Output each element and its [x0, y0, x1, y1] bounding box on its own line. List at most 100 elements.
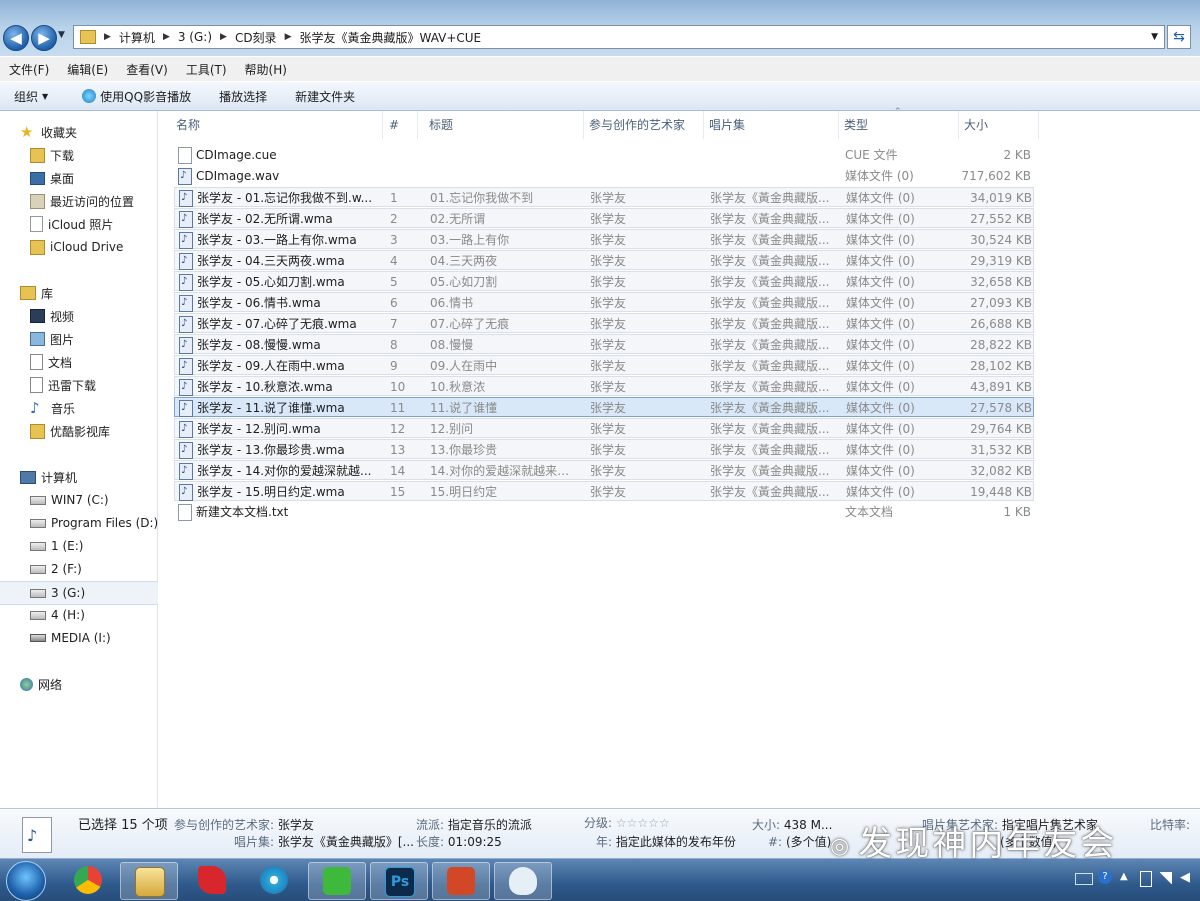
address-dropdown-icon[interactable]: ▼ [1151, 32, 1158, 42]
network-signal-icon[interactable] [1160, 872, 1172, 884]
column-header-name[interactable]: 名称 [170, 111, 383, 139]
menu-tools[interactable]: 工具(T) [177, 61, 236, 78]
play-with-qq-button[interactable]: 使用QQ影音播放 [62, 88, 205, 105]
file-row[interactable]: 张学友 - 02.无所谓.wma 2 02.无所谓 张学友 张学友《黃金典藏版... 媒体… [174, 208, 1034, 229]
film-reel-icon [260, 866, 288, 894]
taskbar-app-foobar[interactable] [494, 862, 552, 900]
taskbar-app-chrome[interactable] [60, 862, 116, 898]
file-row[interactable]: 张学友 - 15.明日约定.wma 15 15.明日约定 张学友 张学友《黃金典藏版..… [174, 481, 1034, 502]
detail-genre[interactable]: 流派: 指定音乐的流派 [416, 816, 532, 833]
file-title-cell: 06.情书 [430, 296, 474, 310]
recent-pages-dropdown-icon[interactable]: ▼ [58, 30, 65, 40]
forward-button[interactable]: ▶ [31, 25, 57, 51]
chevron-right-icon: ▶ [162, 32, 170, 42]
taskbar-app-photoshop[interactable]: Ps [370, 862, 428, 900]
file-row[interactable]: CDImage.cue CUE 文件 2 KB [174, 145, 1034, 165]
file-size-cell: 19,448 KB [970, 485, 1032, 499]
navigation-pane: ★ 收藏夹 下载 桌面 最近访问的位置 iCloud 照片 iCloud Dri… [0, 111, 187, 808]
file-row[interactable]: 张学友 - 14.对你的爱越深就越... 14 14.对你的爱越深就越来越... 张学… [174, 460, 1034, 481]
document-icon [30, 377, 43, 393]
rating-star-icon[interactable]: ☆ [648, 816, 659, 830]
organize-label: 组织 [14, 89, 39, 104]
keyboard-icon[interactable] [1075, 873, 1093, 885]
file-row[interactable]: 张学友 - 01.忘记你我做不到.w... 1 01.忘记你我做不到 张学友 张学友《黃… [174, 187, 1034, 208]
detail-rating[interactable]: 分级: ☆☆☆☆☆ [584, 814, 670, 831]
play-selected-button[interactable]: 播放选择 [205, 88, 281, 105]
detail-year[interactable]: 年: 指定此媒体的发布年份 [596, 833, 736, 850]
rating-star-icon[interactable]: ☆ [637, 816, 648, 830]
nav-network[interactable]: 网络 [0, 673, 177, 695]
file-artist-cell: 张学友 [590, 191, 627, 205]
chevron-right-icon: ▶ [220, 32, 227, 42]
file-album-cell: 张学友《黃金典藏版... [710, 254, 830, 268]
detail-track-number[interactable]: #: (多个值) [768, 833, 831, 850]
column-header-artist[interactable]: 参与创作的艺术家 [583, 111, 704, 139]
drive-icon [30, 518, 46, 528]
file-row[interactable]: 张学友 - 06.情书.wma 6 06.情书 张学友 张学友《黃金典藏版... 媒体文件… [174, 292, 1034, 313]
help-icon[interactable]: ? [1098, 870, 1112, 884]
back-button[interactable]: ◀ [3, 25, 29, 51]
tray-expand-icon[interactable]: ▲ [1120, 871, 1128, 882]
file-artist-cell: 张学友 [590, 233, 627, 247]
menu-help[interactable]: 帮助(H) [236, 61, 296, 78]
breadcrumb-drive[interactable]: 3 (G:) [172, 30, 218, 44]
file-list-pane: 名称 # 标题 参与创作的艺术家 唱片集 类型 ⌃ 大小 CDImage.cue… [158, 107, 1200, 808]
file-name-cell: 张学友 - 06.情书.wma [197, 296, 321, 310]
file-row[interactable]: 张学友 - 10.秋意浓.wma 10 10.秋意浓 张学友 张学友《黃金典藏版... 媒… [174, 376, 1034, 397]
file-type-cell: 媒体文件 (0) [846, 464, 915, 478]
file-row[interactable]: 张学友 - 12.别问.wma 12 12.别问 张学友 张学友《黃金典藏版... 媒体文… [174, 418, 1034, 439]
column-header-number[interactable]: # [383, 111, 418, 139]
taskbar-app-media-player[interactable] [246, 862, 302, 898]
music-note-icon: ♪ [30, 399, 40, 417]
start-button[interactable] [6, 861, 46, 901]
rating-star-icon[interactable]: ☆ [659, 816, 670, 830]
file-artist-cell: 张学友 [590, 254, 627, 268]
column-header-size[interactable]: 大小 [958, 111, 1039, 139]
file-type-cell: CUE 文件 [845, 148, 898, 162]
column-header-title[interactable]: 标题 [423, 111, 584, 139]
organize-button[interactable]: 组织 ▼ [0, 88, 62, 105]
breadcrumb-cd-burn[interactable]: CD刻录 [229, 29, 283, 46]
nav-favorites[interactable]: ★ 收藏夹 [0, 121, 177, 143]
file-row[interactable]: 张学友 - 03.一路上有你.wma 3 03.一路上有你 张学友 张学友《黃金典藏版.… [174, 229, 1034, 250]
taskbar-app-wechat[interactable] [308, 862, 366, 900]
network-icon [20, 677, 33, 691]
file-row[interactable]: 新建文本文档.txt 文本文档 1 KB [174, 502, 1034, 522]
taskbar-app-powerpoint[interactable] [432, 862, 490, 900]
breadcrumb-computer[interactable]: 计算机 [113, 29, 161, 46]
refresh-icon[interactable]: ⇆ [1167, 25, 1191, 49]
detail-artist[interactable]: 参与创作的艺术家: 张学友 [174, 816, 314, 833]
file-row[interactable]: 张学友 - 08.慢慢.wma 8 08.慢慢 张学友 张学友《黃金典藏版... 媒体文件… [174, 334, 1034, 355]
breadcrumb-current-folder[interactable]: 张学友《黃金典藏版》WAV+CUE [293, 29, 487, 46]
taskbar-app-explorer[interactable] [120, 862, 178, 900]
file-row[interactable]: 张学友 - 09.人在雨中.wma 9 09.人在雨中 张学友 张学友《黃金典藏版...… [174, 355, 1034, 376]
column-header-album[interactable]: 唱片集 [703, 111, 839, 139]
file-size-cell: 2 KB [1003, 148, 1031, 162]
file-row[interactable]: 张学友 - 05.心如刀割.wma 5 05.心如刀割 张学友 张学友《黃金典藏版...… [174, 271, 1034, 292]
battery-icon[interactable] [1140, 871, 1152, 887]
rating-star-icon[interactable]: ☆ [627, 816, 638, 830]
document-icon [178, 147, 192, 164]
nav-library[interactable]: 库 [0, 282, 177, 304]
address-box[interactable]: ▶ 计算机 ▶ 3 (G:) ▶ CD刻录 ▶ 张学友《黃金典藏版》WAV+CU… [73, 25, 1165, 49]
media-file-icon [179, 230, 193, 250]
file-album-cell: 张学友《黃金典藏版... [710, 485, 830, 499]
detail-album[interactable]: 唱片集: 张学友《黃金典藏版》[... [234, 833, 414, 850]
menu-file[interactable]: 文件(F) [0, 61, 58, 78]
file-row[interactable]: 张学友 - 13.你最珍贵.wma 13 13.你最珍贵 张学友 张学友《黃金典藏版..… [174, 439, 1034, 460]
file-row[interactable]: 张学友 - 07.心碎了无痕.wma 7 07.心碎了无痕 张学友 张学友《黃金典藏版.… [174, 313, 1034, 334]
nav-computer-label: 计算机 [41, 470, 78, 485]
nav-computer[interactable]: 计算机 [0, 466, 177, 488]
detail-label: 流派: [416, 818, 445, 832]
volume-icon[interactable]: ◀ [1180, 870, 1190, 885]
new-folder-button[interactable]: 新建文件夹 [281, 88, 369, 105]
file-row[interactable]: CDImage.wav 媒体文件 (0) 717,602 KB [174, 166, 1034, 186]
menu-edit[interactable]: 编辑(E) [58, 61, 117, 78]
menu-view[interactable]: 查看(V) [117, 61, 177, 78]
file-row[interactable]: 张学友 - 04.三天两夜.wma 4 04.三天两夜 张学友 张学友《黃金典藏版...… [174, 250, 1034, 271]
file-row[interactable]: 张学友 - 11.说了谁懂.wma 11 11.说了谁懂 张学友 张学友《黃金典藏版..… [174, 397, 1034, 418]
rating-star-icon[interactable]: ☆ [616, 816, 627, 830]
drive-icon [30, 634, 46, 642]
taskbar-app-red[interactable] [184, 862, 240, 898]
play-with-qq-label: 使用QQ影音播放 [100, 89, 192, 104]
